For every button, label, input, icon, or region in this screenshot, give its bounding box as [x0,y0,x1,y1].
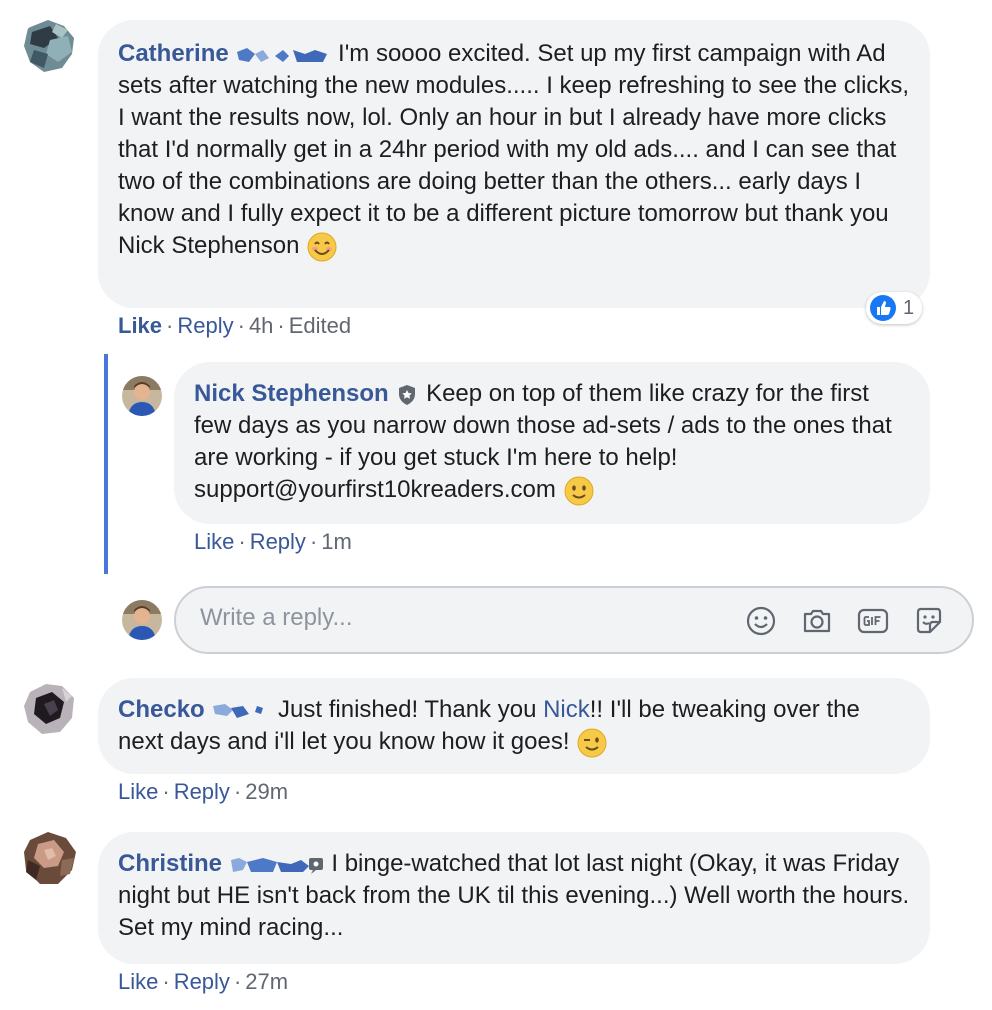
comment-bubble-catherine: Catherine I'm soooo excited. Set up my f… [98,20,930,308]
comment-bubble-nick: Nick Stephenson Keep on top of them like… [174,362,930,524]
redacted-name [213,703,264,718]
comment-author[interactable]: Catherine [118,40,229,67]
comment-author[interactable]: Nick Stephenson [194,380,389,407]
comment-author[interactable]: Checko [118,696,205,723]
reply-input[interactable] [200,604,700,632]
wink-icon [577,728,607,758]
avatar-nick[interactable] [122,376,162,416]
timestamp[interactable]: 1m [321,529,352,554]
avatar-catherine[interactable] [22,18,78,74]
admin-shield-icon [399,384,416,405]
reply-button[interactable]: Reply [177,313,233,338]
avatar-checko[interactable] [22,680,78,736]
avatar-current-user [122,600,162,640]
reaction-count: 1 [903,296,915,319]
timestamp[interactable]: 29m [245,779,288,804]
mention-link[interactable]: Nick [543,696,590,723]
smiling-face-icon [307,232,337,262]
comment-actions: Like · Reply · 27m [118,969,289,994]
reply-button[interactable]: Reply [174,779,230,804]
redacted-name [237,47,328,62]
redacted-name [230,857,323,874]
camera-icon[interactable] [800,604,834,638]
timestamp[interactable]: 4h [249,313,273,338]
comment-bubble-checko: Checko Just finished! Thank you Nick!! I… [98,678,930,774]
comment-bubble-christine: Christine I binge-watched that lot last … [98,832,930,964]
comment-author[interactable]: Christine [118,850,222,877]
sticker-icon[interactable] [912,604,946,638]
gif-icon[interactable] [856,604,890,638]
comment-actions: Like · Reply · 4h · Edited [118,313,352,338]
reaction-summary[interactable]: 1 [866,292,923,324]
timestamp[interactable]: 27m [245,969,288,994]
avatar-christine[interactable] [22,830,78,886]
comment-actions: Like · Reply · 29m [118,779,289,804]
edited-label[interactable]: Edited [289,313,351,338]
reply-composer [174,586,974,654]
reply-button[interactable]: Reply [250,529,306,554]
like-button[interactable]: Like [118,313,162,338]
comment-text-before: Just finished! Thank you [278,696,537,723]
like-reaction-icon [870,295,896,321]
like-button[interactable]: Like [118,779,158,804]
emoji-icon[interactable] [744,604,778,638]
comment-text: I'm soooo excited. Set up my first campa… [118,40,910,259]
comment-actions: Like · Reply · 1m [194,529,352,554]
thread-line [104,354,108,574]
like-button[interactable]: Like [194,529,234,554]
reply-button[interactable]: Reply [174,969,230,994]
slight-smile-icon [564,476,594,506]
like-button[interactable]: Like [118,969,158,994]
